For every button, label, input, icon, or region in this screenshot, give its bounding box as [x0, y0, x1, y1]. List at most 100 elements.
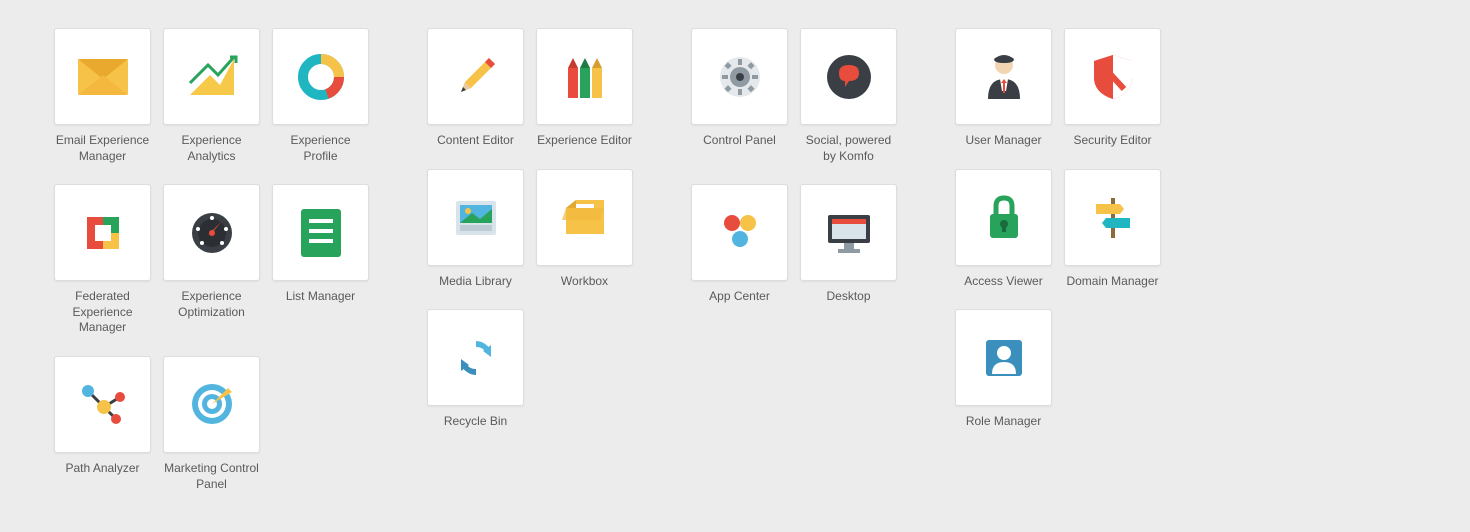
column-marketing: Email Experience Manager Experience Anal… — [55, 28, 368, 492]
tile-list-manager[interactable]: List Manager — [273, 184, 368, 305]
tile-path-analyzer[interactable]: Path Analyzer — [55, 356, 150, 477]
tile-card — [955, 169, 1052, 266]
tile-label: Experience Profile — [273, 133, 368, 164]
tile-experience-analytics[interactable]: Experience Analytics — [164, 28, 259, 164]
tile-label: Experience Editor — [537, 133, 632, 149]
tile-card — [1064, 169, 1161, 266]
tile-label: Media Library — [439, 274, 512, 290]
row: Federated Experience Manager — [55, 184, 368, 336]
tile-card — [427, 309, 524, 406]
tile-card — [955, 309, 1052, 406]
row: Media Library Workbox — [428, 169, 632, 290]
appcenter-icon — [718, 211, 762, 255]
launchpad-columns: Email Experience Manager Experience Anal… — [55, 28, 1430, 492]
row: Path Analyzer Marketing Control Pa — [55, 356, 368, 492]
tile-social-komfo[interactable]: Social, powered by Komfo — [801, 28, 896, 164]
tile-label: Email Experience Manager — [55, 133, 150, 164]
row: User Manager Security Editor — [956, 28, 1160, 149]
row: App Center Desktop — [692, 184, 896, 305]
workbox-icon — [562, 196, 608, 238]
tile-card — [800, 184, 897, 281]
tile-control-panel[interactable]: Control Panel — [692, 28, 787, 149]
tile-security-editor[interactable]: Security Editor — [1065, 28, 1160, 149]
row: Role Manager — [956, 309, 1160, 430]
tile-app-center[interactable]: App Center — [692, 184, 787, 305]
pencil-icon — [453, 54, 499, 100]
tile-card — [54, 356, 151, 453]
column-security: User Manager Security Editor — [956, 28, 1160, 492]
tile-label: Domain Manager — [1066, 274, 1158, 290]
federated-icon — [81, 211, 125, 255]
tile-label: Desktop — [826, 289, 870, 305]
tile-card — [427, 169, 524, 266]
tile-label: Control Panel — [703, 133, 776, 149]
row: Content Editor Experience Editor — [428, 28, 632, 149]
launchpad: Email Experience Manager Experience Anal… — [0, 0, 1470, 532]
social-icon — [825, 53, 873, 101]
gauge-icon — [188, 209, 236, 257]
tile-workbox[interactable]: Workbox — [537, 169, 632, 290]
tile-card — [54, 184, 151, 281]
tile-card — [427, 28, 524, 125]
tile-email-experience-manager[interactable]: Email Experience Manager — [55, 28, 150, 164]
role-icon — [982, 336, 1026, 380]
envelope-icon — [78, 59, 128, 95]
tile-federated-experience-manager[interactable]: Federated Experience Manager — [55, 184, 150, 336]
tile-label: Marketing Control Panel — [164, 461, 259, 492]
media-icon — [454, 195, 498, 239]
row: Access Viewer Domain Manager — [956, 169, 1160, 290]
tile-label: Path Analyzer — [65, 461, 139, 477]
column-system: Control Panel Social, powered by Komfo — [692, 28, 896, 492]
tile-content-editor[interactable]: Content Editor — [428, 28, 523, 149]
tile-card — [54, 28, 151, 125]
tile-role-manager[interactable]: Role Manager — [956, 309, 1051, 430]
tile-card — [1064, 28, 1161, 125]
signs-icon — [1090, 194, 1136, 240]
tile-marketing-control-panel[interactable]: Marketing Control Panel — [164, 356, 259, 492]
tile-card — [272, 28, 369, 125]
tile-experience-optimization[interactable]: Experience Optimization — [164, 184, 259, 320]
tile-user-manager[interactable]: User Manager — [956, 28, 1051, 149]
tile-access-viewer[interactable]: Access Viewer — [956, 169, 1051, 290]
tile-card — [272, 184, 369, 281]
tile-label: Social, powered by Komfo — [801, 133, 896, 164]
tile-label: Content Editor — [437, 133, 514, 149]
tile-label: Experience Optimization — [164, 289, 259, 320]
desktop-icon — [824, 211, 874, 255]
path-icon — [78, 381, 128, 427]
tile-card — [536, 169, 633, 266]
tile-experience-profile[interactable]: Experience Profile — [273, 28, 368, 164]
tile-media-library[interactable]: Media Library — [428, 169, 523, 290]
row: Control Panel Social, powered by Komfo — [692, 28, 896, 164]
tile-label: Access Viewer — [964, 274, 1042, 290]
column-content: Content Editor Experience Editor — [428, 28, 632, 492]
tile-label: Recycle Bin — [444, 414, 507, 430]
tile-domain-manager[interactable]: Domain Manager — [1065, 169, 1160, 290]
tile-experience-editor[interactable]: Experience Editor — [537, 28, 632, 149]
tile-desktop[interactable]: Desktop — [801, 184, 896, 305]
tile-label: Experience Analytics — [164, 133, 259, 164]
analytics-icon — [186, 55, 238, 99]
tile-card — [163, 356, 260, 453]
pencils-icon — [562, 54, 608, 100]
tile-card — [536, 28, 633, 125]
tile-recycle-bin[interactable]: Recycle Bin — [428, 309, 523, 430]
tile-label: List Manager — [286, 289, 355, 305]
tile-label: App Center — [709, 289, 770, 305]
tile-card — [691, 28, 788, 125]
user-icon — [982, 53, 1026, 101]
tile-card — [800, 28, 897, 125]
gear-icon — [716, 53, 764, 101]
tile-card — [163, 184, 260, 281]
tile-label: Workbox — [561, 274, 608, 290]
tile-card — [163, 28, 260, 125]
tile-label: Security Editor — [1073, 133, 1151, 149]
tile-label: Federated Experience Manager — [55, 289, 150, 336]
recycle-icon — [453, 335, 499, 381]
tile-card — [955, 28, 1052, 125]
tile-label: User Manager — [965, 133, 1041, 149]
tile-label: Role Manager — [966, 414, 1041, 430]
tile-card — [691, 184, 788, 281]
shield-icon — [1092, 53, 1134, 101]
donut-chart-icon — [297, 53, 345, 101]
